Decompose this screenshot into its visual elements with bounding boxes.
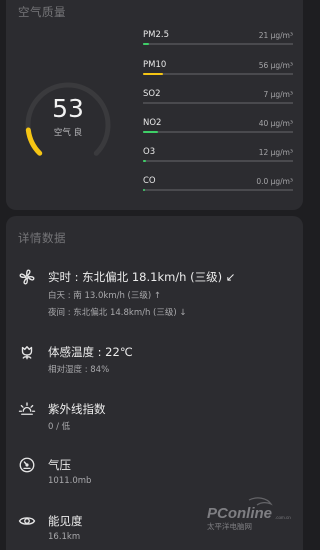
pconline-watermark: PConline .com.cn 太平洋电脑网 [205, 496, 297, 534]
pollutant-bar-track [143, 131, 293, 133]
pollutant-name: NO2 [143, 118, 162, 128]
wind-night: 夜间 : 东北偏北 14.8km/h (三级) ↓ [48, 308, 187, 318]
wind-day: 白天 : 南 13.0km/h (三级) ↑ [48, 291, 162, 301]
pollutant-value: 40 μg/m³ [258, 119, 293, 128]
uv-index-value: 0 / 低 [48, 422, 71, 432]
pollutant-name: CO [143, 176, 156, 186]
pollutant-value: 0.0 μg/m³ [256, 177, 293, 186]
sun-icon [18, 400, 36, 418]
aqi-value: 53 [52, 94, 84, 123]
watermark-sub: 太平洋电脑网 [207, 521, 252, 531]
air-quality-card: 空气质量 53 空气 良 PM2.5 21 μg/m³ PM10 56 μg/m³ SO… [6, 0, 303, 210]
pollutant-name: PM2.5 [143, 30, 169, 40]
pollutant-bar-track [143, 43, 293, 45]
pollutant-row: PM10 56 μg/m³ [143, 60, 293, 75]
wind-realtime: 实时 : 东北偏北 18.1km/h (三级) ↙ [48, 270, 236, 284]
pollutant-bar-fill [143, 188, 145, 191]
pollutant-bar-track [143, 189, 293, 191]
visibility-value: 16.1km [48, 532, 81, 542]
pollutant-name: PM10 [143, 60, 167, 70]
pollutant-value: 7 μg/m³ [263, 90, 293, 99]
pressure-value: 1011.0mb [48, 476, 92, 486]
watermark-domain: .com.cn [275, 515, 291, 520]
pressure-label: 气压 [48, 458, 71, 472]
pollutant-bar-track [143, 102, 293, 104]
pollutant-bar-fill [143, 159, 146, 162]
fan-icon [18, 268, 36, 286]
pollutant-bar-track [143, 73, 293, 75]
pollutant-value: 12 μg/m³ [258, 148, 293, 157]
pollutant-bar-fill [143, 130, 158, 133]
pollutant-name: O3 [143, 147, 156, 157]
pollutant-bar-fill [143, 72, 163, 75]
pollutant-row: SO2 7 μg/m³ [143, 89, 293, 104]
pollutant-row: PM2.5 21 μg/m³ [143, 30, 293, 45]
pollutant-bar-fill [143, 42, 149, 45]
pollutant-value: 56 μg/m³ [258, 61, 293, 70]
flower-icon [18, 343, 36, 361]
air-quality-title: 空气质量 [18, 5, 66, 19]
aqi-gauge [25, 82, 111, 156]
aqi-label: 空气 良 [53, 128, 83, 138]
pollutant-row: O3 12 μg/m³ [143, 147, 293, 162]
detail-title: 详情数据 [18, 231, 66, 245]
visibility-label: 能见度 [48, 514, 83, 528]
pollutant-bar-track [143, 160, 293, 162]
relative-humidity: 相对湿度 : 84% [48, 365, 110, 375]
pollutant-row: CO 0.0 μg/m³ [143, 176, 293, 191]
eye-icon [18, 512, 36, 530]
pollutant-value: 21 μg/m³ [258, 31, 293, 40]
uv-index-label: 紫外线指数 [48, 402, 106, 416]
pollutant-row: NO2 40 μg/m³ [143, 118, 293, 133]
feels-like-temperature: 体感温度 : 22℃ [48, 345, 133, 359]
gauge-icon [18, 456, 36, 474]
pollutant-name: SO2 [143, 89, 161, 99]
watermark-brand: PConline [207, 505, 272, 522]
